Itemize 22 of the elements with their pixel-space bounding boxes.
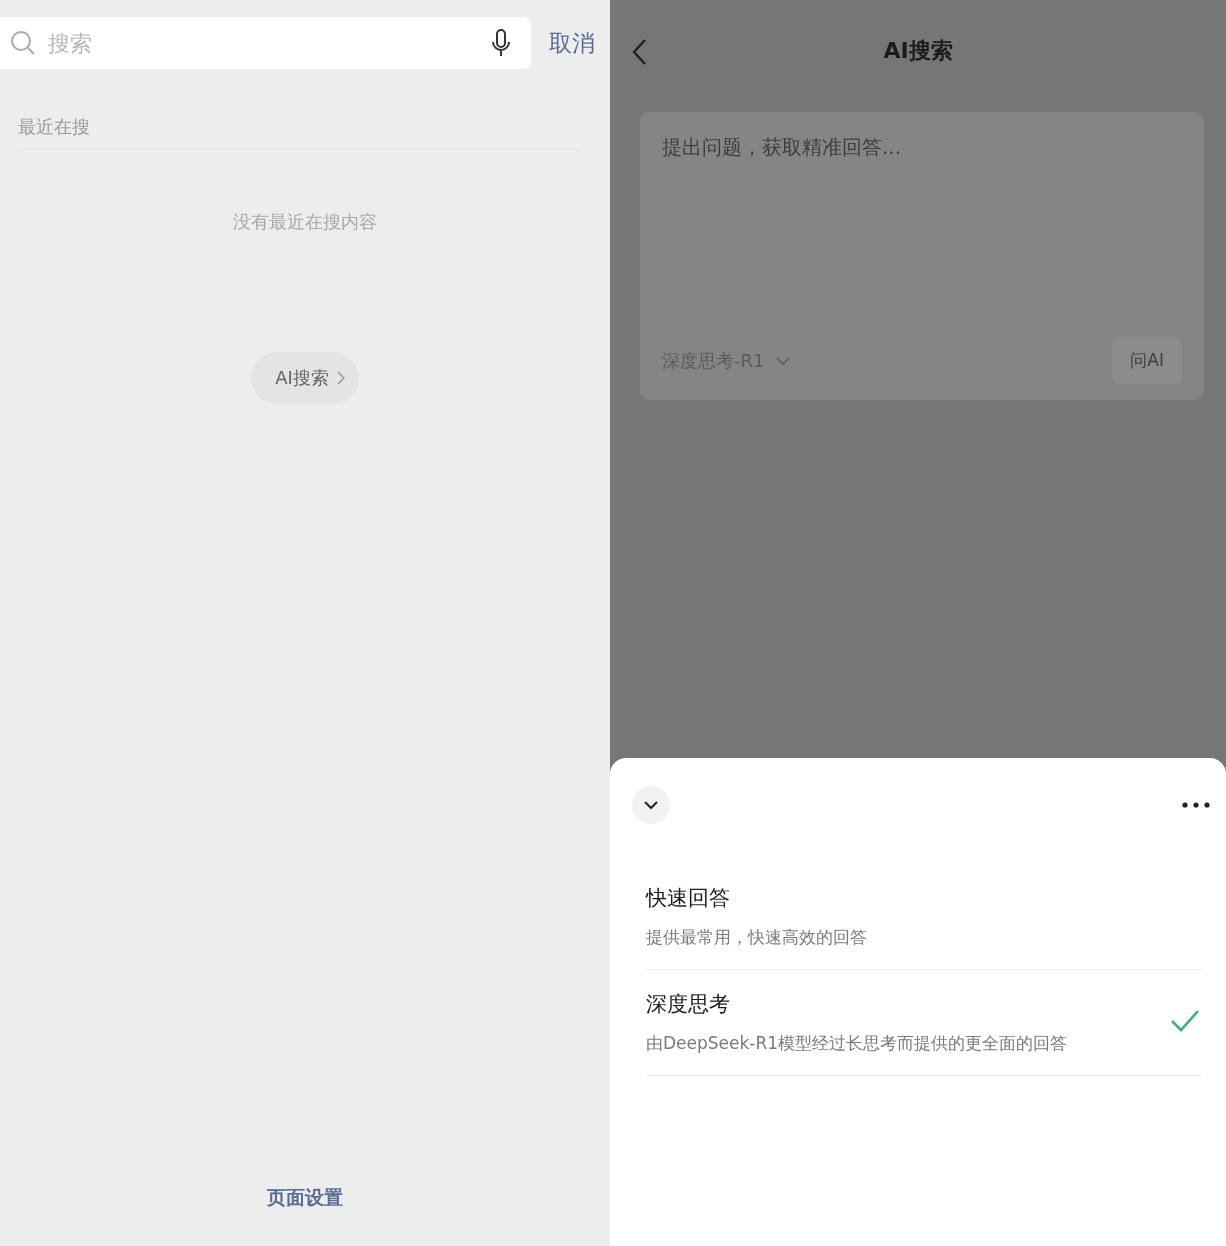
chevron-down-icon: [776, 356, 791, 365]
more-button[interactable]: [1182, 802, 1210, 808]
empty-message: 没有最近在搜内容: [233, 210, 377, 234]
section-title: 最近在搜: [18, 115, 580, 150]
microphone-icon[interactable]: [491, 28, 511, 58]
option-title: 快速回答: [646, 885, 731, 912]
search-bar[interactable]: 搜索: [0, 17, 531, 69]
question-field[interactable]: 提出问题，获取精准回答...: [662, 134, 1182, 337]
chevron-right-icon: [336, 371, 345, 385]
back-button[interactable]: [632, 38, 648, 66]
ai-search-button[interactable]: AI搜索: [251, 352, 359, 404]
option-description: 提供最常用，快速高效的回答: [646, 926, 867, 949]
cancel-button[interactable]: 取消: [549, 27, 595, 59]
page-settings-link[interactable]: 页面设置: [261, 1184, 349, 1212]
collapse-button[interactable]: [632, 786, 670, 824]
search-field[interactable]: 搜索: [46, 29, 481, 57]
ask-ai-button[interactable]: 问AI: [1112, 337, 1182, 384]
page-title: AI搜索: [882, 37, 954, 65]
option-description: 由DeepSeek-R1模型经过长思考而提供的更全面的回答: [646, 1032, 1068, 1055]
option-title: 深度思考: [646, 991, 731, 1018]
chevron-down-icon: [643, 800, 659, 810]
search-icon: [10, 30, 36, 56]
